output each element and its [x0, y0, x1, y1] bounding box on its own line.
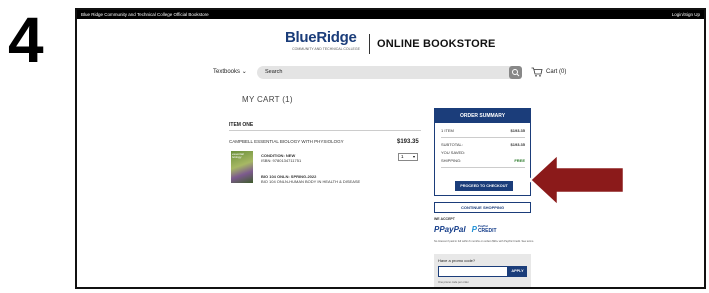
top-bar: Blue Ridge Community and Technical Colle…	[77, 10, 704, 19]
paypal-logo[interactable]: PPayPal	[434, 225, 466, 234]
product-price: $193.35	[397, 139, 419, 145]
red-arrow-annotation	[528, 151, 626, 209]
items-label: 1 ITEM	[441, 128, 454, 133]
header: BlueRidge COMMUNITY AND TECHNICAL COLLEG…	[77, 26, 704, 66]
cart-link[interactable]: Cart (0)	[531, 67, 566, 77]
payment-logos: PPayPal P PayPal CREDIT	[434, 224, 497, 234]
apply-button[interactable]: APPLY	[508, 266, 527, 277]
item-heading: ITEM ONE	[229, 122, 254, 128]
search-input[interactable]: Search	[257, 66, 520, 79]
blue-ridge-logo[interactable]: BlueRidge COMMUNITY AND TECHNICAL COLLEG…	[285, 29, 367, 61]
divider	[229, 130, 421, 131]
items-value: $193.35	[510, 128, 525, 133]
summary-divider	[441, 137, 525, 138]
quantity-value: 1	[401, 154, 404, 159]
product-name[interactable]: CAMPBELL ESSENTIAL BIOLOGY WITH PHYSIOLO…	[229, 139, 344, 144]
paypal-credit-logo[interactable]: P PayPal CREDIT	[472, 224, 497, 234]
logo-word-blue: Blue	[285, 29, 317, 46]
logo-subtext: COMMUNITY AND TECHNICAL COLLEGE	[292, 47, 360, 51]
we-accept-label: WE ACCEPT	[434, 217, 455, 221]
product-details: CONDITION: NEW ISBN: 9780134711751	[261, 153, 301, 163]
step-number-four: 4	[8, 8, 44, 68]
page-title: MY CART (1)	[242, 95, 293, 104]
course-name: BIO 104 ONLN-HUMAN BODY IN HEALTH & DISE…	[261, 179, 361, 184]
chevron-down-icon: ▾	[412, 154, 415, 159]
login-link[interactable]: Login/Sign Up	[672, 10, 700, 19]
book-cover-image[interactable]: essential biology	[231, 151, 253, 183]
quantity-select[interactable]: 1 ▾	[398, 153, 418, 161]
promo-code-box: Have a promo code? APPLY One promo code …	[434, 254, 531, 287]
paypal-text: PayPal	[439, 224, 466, 234]
logo-divider	[369, 34, 370, 54]
textbooks-label: Textbooks	[213, 69, 241, 75]
promo-note: One promo code per order.	[438, 281, 470, 284]
cart-label: Cart (0)	[546, 69, 567, 75]
promo-code-input[interactable]	[438, 266, 508, 277]
search-button[interactable]	[509, 66, 522, 79]
chevron-down-icon: ⌄	[241, 69, 247, 75]
cart-icon	[531, 67, 543, 77]
svg-text:4: 4	[8, 8, 44, 68]
order-summary-title: ORDER SUMMARY	[435, 109, 530, 123]
summary-divider	[441, 167, 525, 168]
order-summary-panel: ORDER SUMMARY 1 ITEM $193.35 SUBTOTAL: $…	[434, 108, 531, 196]
search-row: Textbooks ⌄ Search Cart (0)	[77, 66, 704, 80]
continue-shopping-button[interactable]: CONTINUE SHOPPING	[434, 202, 531, 213]
isbn-label: ISBN: 9780134711751	[261, 158, 302, 163]
promo-question: Have a promo code?	[438, 258, 476, 263]
proceed-to-checkout-button[interactable]: PROCEED TO CHECKOUT	[455, 181, 513, 191]
textbooks-menu[interactable]: Textbooks ⌄	[213, 68, 247, 75]
bookstore-window: Blue Ridge Community and Technical Colle…	[75, 8, 706, 289]
book-cover-title: essential biology	[232, 152, 244, 159]
subtotal-row: SUBTOTAL: $193.35	[441, 142, 525, 147]
shipping-label: SHIPPING:	[441, 158, 462, 163]
saved-label: YOU SAVED:	[441, 150, 466, 155]
search-icon	[512, 69, 520, 77]
shipping-row: SHIPPING: FREE	[441, 158, 525, 163]
course-info: BIO 104 ONLN: SPRING-2022 BIO 104 ONLN-H…	[261, 174, 360, 184]
summary-items-row: 1 ITEM $193.35	[441, 128, 525, 133]
shipping-value: FREE	[514, 158, 525, 163]
subtotal-label: SUBTOTAL:	[441, 142, 463, 147]
college-name: Blue Ridge Community and Technical Colle…	[81, 12, 209, 17]
paypal-credit-text: CREDIT	[477, 228, 497, 234]
store-title: ONLINE BOOKSTORE	[377, 38, 496, 50]
paypal-credit-note: No Interest if paid in full within 6 mon…	[434, 240, 534, 243]
logo-word-ridge: Ridge	[316, 29, 357, 46]
saved-row: YOU SAVED:	[441, 150, 525, 155]
subtotal-value: $193.35	[510, 142, 525, 147]
